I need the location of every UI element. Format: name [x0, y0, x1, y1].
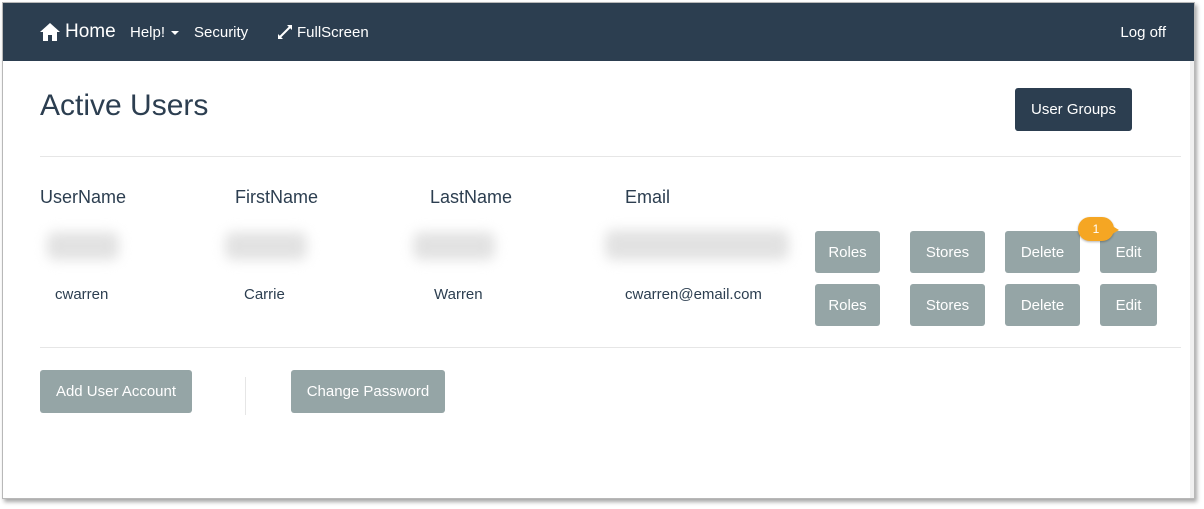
app-window: Home Help! Security FullScreen Log off A… — [2, 2, 1195, 499]
cell-lastname: Warren — [434, 286, 483, 303]
cell-email: cwarren@email.com — [625, 286, 762, 303]
header-username: UserName — [40, 187, 127, 207]
nav-help-dropdown[interactable]: Help! — [130, 3, 180, 61]
redacted-firstname — [225, 232, 307, 260]
user-groups-button[interactable]: User Groups — [1015, 88, 1132, 131]
header-email: Email — [625, 187, 671, 207]
nav-security-label: Security — [194, 23, 249, 41]
change-password-button[interactable]: Change Password — [291, 370, 445, 413]
delete-button[interactable]: Delete — [1005, 231, 1080, 273]
redacted-username — [47, 232, 119, 260]
nav-home-link[interactable]: Home — [39, 3, 116, 61]
nav-help-label: Help! — [130, 23, 166, 41]
redacted-email — [605, 230, 789, 260]
roles-button[interactable]: Roles — [815, 231, 880, 273]
nav-home-label: Home — [65, 21, 116, 42]
page-title: Active Users — [40, 89, 209, 122]
delete-button[interactable]: Delete — [1005, 284, 1080, 326]
home-icon — [40, 23, 60, 41]
top-navbar: Home Help! Security FullScreen Log off — [3, 3, 1194, 61]
cell-username: cwarren — [55, 286, 109, 303]
caret-down-icon — [171, 31, 180, 35]
nav-fullscreen-link[interactable]: FullScreen — [276, 3, 369, 61]
vertical-divider — [245, 377, 246, 415]
roles-button[interactable]: Roles — [815, 284, 880, 326]
nav-security-link[interactable]: Security — [194, 3, 248, 61]
divider — [40, 156, 1181, 157]
cell-firstname: Carrie — [244, 286, 285, 303]
stores-button[interactable]: Stores — [910, 231, 985, 273]
edit-button[interactable]: Edit — [1100, 284, 1157, 326]
stores-button[interactable]: Stores — [910, 284, 985, 326]
nav-fullscreen-label: FullScreen — [297, 23, 369, 41]
nav-logoff-link[interactable]: Log off — [1120, 3, 1166, 61]
redacted-lastname — [413, 232, 495, 260]
callout-pointer — [1109, 224, 1119, 236]
divider — [40, 347, 1181, 348]
header-lastname: LastName — [430, 187, 513, 207]
nav-logoff-label: Log off — [1120, 23, 1166, 41]
add-user-account-button[interactable]: Add User Account — [40, 370, 192, 413]
expand-icon — [278, 25, 292, 39]
scrollbar[interactable] — [1190, 61, 1194, 498]
header-firstname: FirstName — [235, 187, 319, 207]
